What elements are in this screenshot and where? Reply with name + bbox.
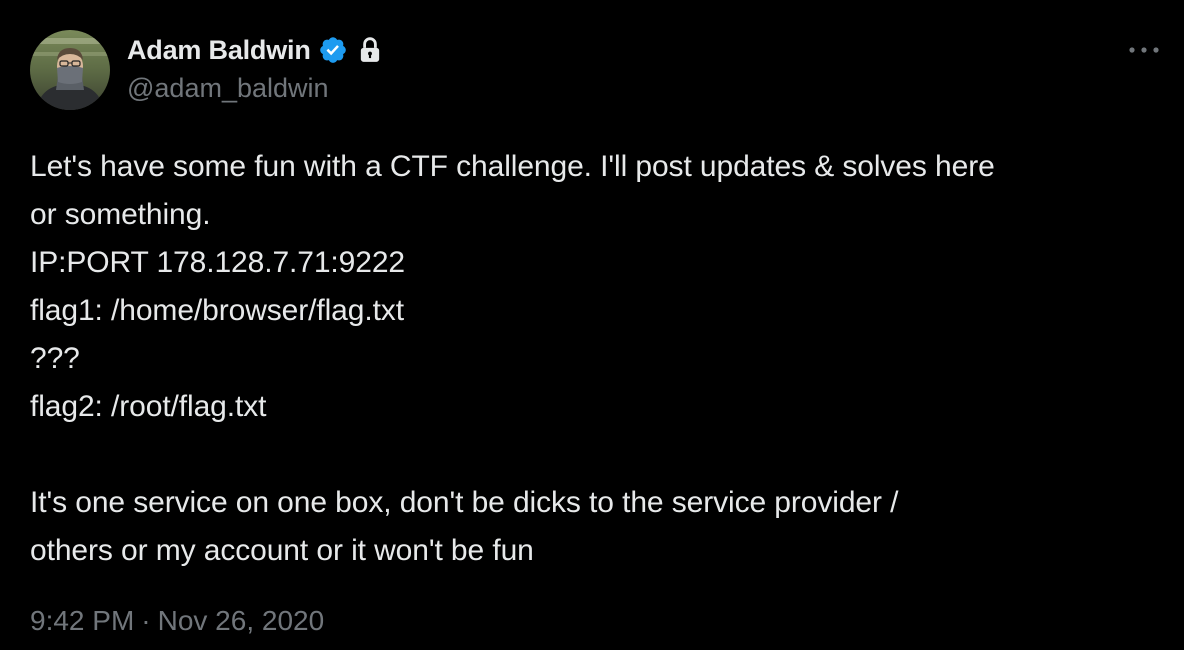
- tweet-line: IP:PORT 178.128.7.71:9222: [30, 246, 406, 279]
- tweet-line: ???: [30, 342, 80, 375]
- tweet-line: others or my account or it won't be fun: [30, 534, 534, 567]
- tweet-line: flag2: /root/flag.txt: [30, 390, 267, 423]
- meta-separator: ·: [141, 605, 151, 636]
- lock-icon: [357, 36, 383, 64]
- tweet-timestamp: 9:42 PM · Nov 26, 2020: [30, 605, 324, 637]
- avatar[interactable]: [30, 30, 110, 110]
- tweet-line: It's one service on one box, don't be di…: [30, 486, 899, 519]
- tweet-text: Let's have some fun with a CTF challenge…: [30, 143, 1160, 575]
- tweet-line: flag1: /home/browser/flag.txt: [30, 294, 404, 327]
- tweet-time[interactable]: 9:42 PM: [30, 605, 134, 637]
- display-name[interactable]: Adam Baldwin: [127, 35, 311, 66]
- author-name-row: Adam Baldwin: [127, 33, 383, 67]
- tweet-date[interactable]: Nov 26, 2020: [158, 605, 325, 637]
- tweet-card: Adam Baldwin @adam_baldwin Let's have so…: [0, 0, 1184, 650]
- more-options-button[interactable]: [1124, 38, 1164, 62]
- tweet-line: or something.: [30, 198, 211, 231]
- author-handle[interactable]: @adam_baldwin: [127, 73, 329, 104]
- more-horizontal-icon: [1129, 47, 1159, 53]
- user-avatar-photo: [30, 30, 110, 110]
- tweet-line: Let's have some fun with a CTF challenge…: [30, 150, 995, 183]
- verified-badge-icon[interactable]: [318, 35, 348, 65]
